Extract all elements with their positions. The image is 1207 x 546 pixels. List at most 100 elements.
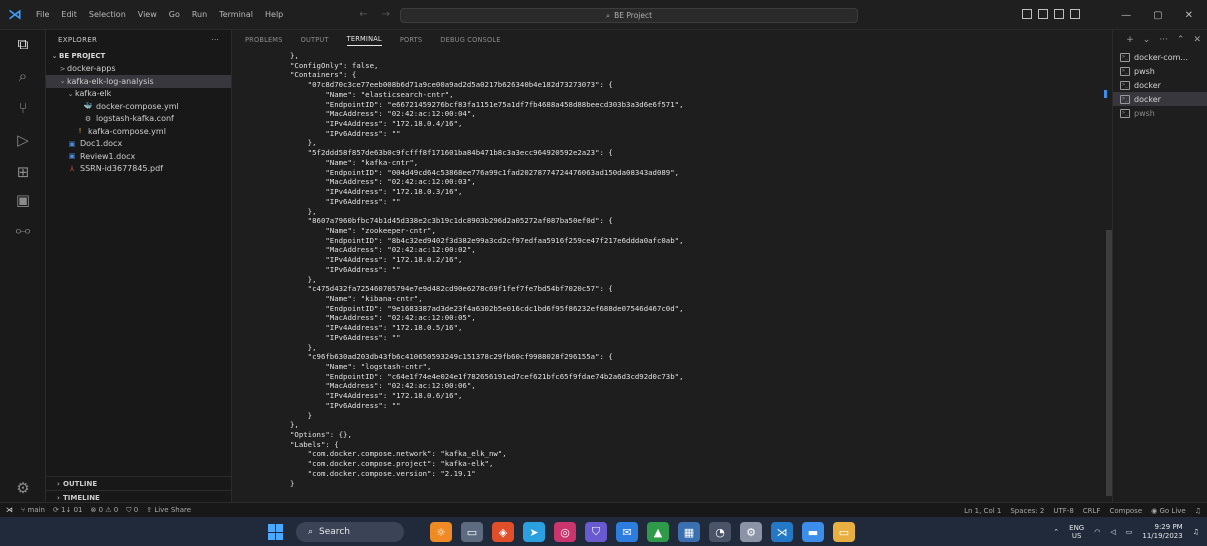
tree-item[interactable]: ⚙ logstash-kafka.conf xyxy=(46,113,231,126)
tree-item[interactable]: ⌄ BE PROJECT xyxy=(46,50,231,63)
tree-item-label: SSRN-id3677845.pdf xyxy=(80,164,164,174)
tree-item[interactable]: ▣ Review1.docx xyxy=(46,150,231,163)
terminal-instances: >_ docker-com... >_ pwsh >_ docker >_ docker >_ p… xyxy=(1113,50,1207,120)
menu-edit[interactable]: Edit xyxy=(55,0,83,30)
windows-start-icon[interactable] xyxy=(268,524,284,540)
calculator-icon[interactable]: ▦ xyxy=(678,522,700,542)
brave-browser-icon[interactable]: ◈ xyxy=(492,522,514,542)
tree-item[interactable]: ▣ Doc1.docx xyxy=(46,138,231,151)
settings-app-icon[interactable]: ⚙ xyxy=(740,522,762,542)
docker-icon[interactable]: ▣ xyxy=(13,190,33,210)
tree-item[interactable]: ⌄ kafka-elk xyxy=(46,88,231,101)
customize-layout-icon[interactable] xyxy=(1070,9,1080,19)
chevron-up-icon[interactable]: ⌃ xyxy=(1177,35,1185,45)
cursor-position[interactable]: Ln 1, Col 1 xyxy=(964,507,1001,515)
vpn-app-icon[interactable]: ⛉ xyxy=(585,522,607,542)
tree-item[interactable]: ! kafka-compose.yml xyxy=(46,125,231,138)
tab-ports[interactable]: PORTS xyxy=(400,36,422,44)
terminal-line: "c96fb630ad203db43fb6c410650593249c15137… xyxy=(290,352,613,362)
activity-bar: ⧉ ⌕ ⑂ ▷ ⊞ ▣ ⧟ ⚙ xyxy=(0,30,46,502)
toggle-panel-icon[interactable] xyxy=(1038,9,1048,19)
sync-item[interactable]: ⟳ 1↓ 01 xyxy=(53,506,83,514)
ports-item[interactable]: ⛉ 0 xyxy=(126,506,138,515)
encoding[interactable]: UTF-8 xyxy=(1053,507,1073,515)
battery-icon[interactable]: ▭ xyxy=(1126,528,1133,536)
widgets-app-icon[interactable]: ☼ xyxy=(430,522,452,542)
terminal-instance[interactable]: >_ docker-com... xyxy=(1113,50,1207,64)
remote-explorer-icon[interactable]: ⧟ xyxy=(13,220,33,240)
tab-output[interactable]: OUTPUT xyxy=(301,36,329,44)
toggle-primary-sidebar-icon[interactable] xyxy=(1022,9,1032,19)
indentation[interactable]: Spaces: 2 xyxy=(1010,507,1044,515)
app-icon[interactable]: ◎ xyxy=(554,522,576,542)
restore-icon[interactable]: ▢ xyxy=(1153,10,1162,21)
tree-item-label: logstash-kafka.conf xyxy=(96,114,174,124)
go-live-item[interactable]: ◉ Go Live xyxy=(1151,507,1186,515)
search-icon: ⌕ xyxy=(605,10,611,20)
close-panel-icon[interactable]: ✕ xyxy=(1193,35,1201,45)
tab-problems[interactable]: PROBLEMS xyxy=(245,36,283,44)
back-arrow-icon[interactable]: ← xyxy=(359,9,367,20)
source-control-icon[interactable]: ⑂ xyxy=(13,98,33,118)
close-icon[interactable]: ✕ xyxy=(1185,10,1193,21)
monitor-app-icon[interactable]: ▬ xyxy=(802,522,824,542)
notification-icon[interactable]: ♫ xyxy=(1193,528,1199,536)
more-icon[interactable]: ··· xyxy=(1159,35,1168,45)
menu-file[interactable]: File xyxy=(30,0,55,30)
tree-item[interactable]: 🐳 docker-compose.yml xyxy=(46,100,231,113)
nvidia-app-icon[interactable]: ▲ xyxy=(647,522,669,542)
clock[interactable]: 9:29 PM 11/19/2023 xyxy=(1142,523,1182,541)
terminal-output[interactable]: }, "ConfigOnly": false, "Containers": { "0… xyxy=(290,51,684,488)
tab-terminal[interactable]: TERMINAL xyxy=(346,35,382,46)
settings-gear-icon[interactable]: ⚙ xyxy=(13,478,33,498)
vscode-taskbar-icon[interactable]: ⋊ xyxy=(771,522,793,542)
minimize-icon[interactable]: — xyxy=(1121,10,1131,21)
wifi-icon[interactable]: ◠ xyxy=(1094,528,1100,536)
live-share-item[interactable]: ⇪ Live Share xyxy=(146,506,191,514)
task-view-icon[interactable]: ▭ xyxy=(461,522,483,542)
terminal-instance[interactable]: >_ pwsh xyxy=(1113,106,1207,120)
tree-item[interactable]: > docker-apps xyxy=(46,63,231,76)
branch-item[interactable]: ⑂ main xyxy=(21,506,45,514)
problems-item[interactable]: ⊗ 0 ⚠ 0 xyxy=(90,506,118,514)
outline-section[interactable]: › OUTLINE xyxy=(46,476,232,490)
menu-terminal[interactable]: Terminal xyxy=(213,0,259,30)
mail-icon[interactable]: ✉ xyxy=(616,522,638,542)
extensions-icon[interactable]: ⊞ xyxy=(13,162,33,182)
taskbar-search[interactable]: ⌕ Search xyxy=(296,522,404,542)
tree-item[interactable]: ⅄ SSRN-id3677845.pdf xyxy=(46,163,231,176)
explorer-icon[interactable]: ⧉ xyxy=(13,34,33,54)
more-actions-icon[interactable]: ··· xyxy=(211,36,219,44)
chevron-up-icon[interactable]: ⌃ xyxy=(1053,528,1059,536)
line-ending[interactable]: CRLF xyxy=(1083,507,1101,515)
forward-arrow-icon[interactable]: → xyxy=(382,9,390,20)
new-terminal-icon[interactable]: + xyxy=(1126,35,1134,45)
remote-icon[interactable]: ⋊ xyxy=(6,506,13,514)
terminal-line: "IPv4Address": "172.18.0.6/16", xyxy=(290,391,463,401)
tree-item[interactable]: ⌄ kafka-elk-log-analysis xyxy=(46,75,231,88)
menu-run[interactable]: Run xyxy=(186,0,213,30)
terminal-instance[interactable]: >_ docker xyxy=(1113,92,1207,106)
terminal-instance[interactable]: >_ docker xyxy=(1113,78,1207,92)
command-center-search[interactable]: ⌕ BE Project xyxy=(400,8,858,23)
language-mode[interactable]: Compose xyxy=(1109,507,1142,515)
menu-selection[interactable]: Selection xyxy=(83,0,132,30)
language-indicator[interactable]: ENG US xyxy=(1069,524,1084,540)
terminal-icon: >_ xyxy=(1120,108,1130,118)
tab-debug-console[interactable]: DEBUG CONSOLE xyxy=(440,36,500,44)
menu-view[interactable]: View xyxy=(132,0,163,30)
toggle-secondary-sidebar-icon[interactable] xyxy=(1054,9,1064,19)
search-icon[interactable]: ⌕ xyxy=(13,66,33,86)
terminal-instance[interactable]: >_ pwsh xyxy=(1113,64,1207,78)
run-debug-icon[interactable]: ▷ xyxy=(13,130,33,150)
file-explorer-icon[interactable]: ▭ xyxy=(833,522,855,542)
menu-help[interactable]: Help xyxy=(259,0,289,30)
terminal-line: "Name": "kibana-cntr", xyxy=(290,293,423,303)
telegram-icon[interactable]: ➤ xyxy=(523,522,545,542)
terminal-actions: + ⌄ ··· ⌃ ✕ xyxy=(1113,30,1207,50)
chevron-down-icon[interactable]: ⌄ xyxy=(1143,35,1151,45)
volume-icon[interactable]: ◁ xyxy=(1110,528,1115,536)
notifications-bell-icon[interactable]: ♫ xyxy=(1195,507,1201,515)
menu-go[interactable]: Go xyxy=(163,0,186,30)
speedometer-app-icon[interactable]: ◔ xyxy=(709,522,731,542)
